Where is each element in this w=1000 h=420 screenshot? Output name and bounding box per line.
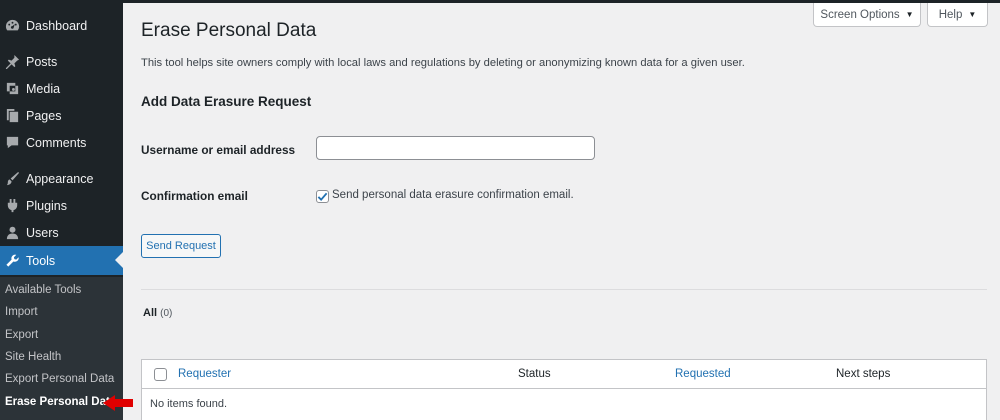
confirmation-text[interactable]: Send personal data erasure confirmation … xyxy=(332,189,574,201)
username-input[interactable] xyxy=(316,136,595,160)
screen-options-button[interactable]: Screen Options ▼ xyxy=(813,3,921,27)
submenu-export-personal-data[interactable]: Export Personal Data xyxy=(5,373,114,385)
divider xyxy=(141,289,987,290)
submenu-site-health[interactable]: Site Health xyxy=(5,351,61,363)
caret-down-icon: ▼ xyxy=(905,10,914,19)
select-all-checkbox[interactable] xyxy=(154,368,167,381)
sidebar-item-label: Users xyxy=(26,225,59,240)
submenu-export[interactable]: Export xyxy=(5,329,38,341)
brush-icon xyxy=(4,171,20,187)
empty-table-message: No items found. xyxy=(150,398,228,410)
confirmation-label: Confirmation email xyxy=(141,189,248,203)
sidebar-item-plugins[interactable]: Plugins xyxy=(0,192,123,219)
checkmark-icon xyxy=(317,192,328,202)
filter-all-count: (0) xyxy=(160,308,173,319)
submenu-erase-personal-data[interactable]: Erase Personal Data xyxy=(5,396,116,408)
sidebar-item-media[interactable]: Media xyxy=(0,75,123,102)
username-label: Username or email address xyxy=(141,143,296,157)
filter-all[interactable]: All (0) xyxy=(143,307,172,319)
confirmation-checkbox[interactable] xyxy=(316,190,329,203)
sidebar-item-label: Tools xyxy=(26,253,56,268)
pages-icon xyxy=(4,108,20,124)
send-request-button[interactable]: Send Request xyxy=(141,234,221,258)
sidebar-item-appearance[interactable]: Appearance xyxy=(0,165,123,192)
pin-icon xyxy=(4,54,20,70)
sidebar-item-users[interactable]: Users xyxy=(0,219,123,246)
page-title: Erase Personal Data xyxy=(141,20,317,41)
plugin-icon xyxy=(4,198,20,214)
requests-table: Requester Status Requested Next steps No… xyxy=(141,359,987,420)
table-header: Requester Status Requested Next steps xyxy=(142,360,986,389)
sidebar-item-label: Dashboard xyxy=(26,18,88,33)
sidebar-item-label: Comments xyxy=(26,135,87,150)
filter-all-label: All xyxy=(143,307,158,319)
dashboard-icon xyxy=(4,18,20,34)
column-next-steps: Next steps xyxy=(836,368,891,380)
help-label: Help xyxy=(938,8,963,21)
column-requested[interactable]: Requested xyxy=(675,368,731,380)
sidebar-item-comments[interactable]: Comments xyxy=(0,129,123,156)
admin-sidebar: Dashboard Posts Media Pages Comments App… xyxy=(0,0,133,420)
section-title: Add Data Erasure Request xyxy=(141,94,312,109)
caret-down-icon: ▼ xyxy=(968,10,977,19)
sidebar-item-posts[interactable]: Posts xyxy=(0,48,123,75)
submenu-import[interactable]: Import xyxy=(5,306,38,318)
sidebar-item-pages[interactable]: Pages xyxy=(0,102,123,129)
sidebar-item-dashboard[interactable]: Dashboard xyxy=(0,12,123,39)
submenu-available-tools[interactable]: Available Tools xyxy=(5,284,81,296)
page-description: This tool helps site owners comply with … xyxy=(141,57,745,69)
active-menu-notch xyxy=(115,252,123,268)
red-arrow-annotation xyxy=(103,395,133,411)
column-status: Status xyxy=(518,368,551,380)
sidebar-item-label: Posts xyxy=(26,54,58,69)
sidebar-item-label: Appearance xyxy=(26,171,94,186)
user-icon xyxy=(4,225,20,241)
sidebar-item-label: Pages xyxy=(26,108,62,123)
sidebar-item-label: Media xyxy=(26,81,61,96)
help-button[interactable]: Help ▼ xyxy=(927,3,988,27)
wrench-icon xyxy=(4,253,20,269)
sidebar-item-tools[interactable]: Tools xyxy=(0,246,123,275)
screen-options-label: Screen Options xyxy=(820,8,900,21)
column-requester[interactable]: Requester xyxy=(178,368,231,380)
sidebar-item-label: Plugins xyxy=(26,198,67,213)
comment-icon xyxy=(4,135,20,151)
media-icon xyxy=(4,81,20,97)
